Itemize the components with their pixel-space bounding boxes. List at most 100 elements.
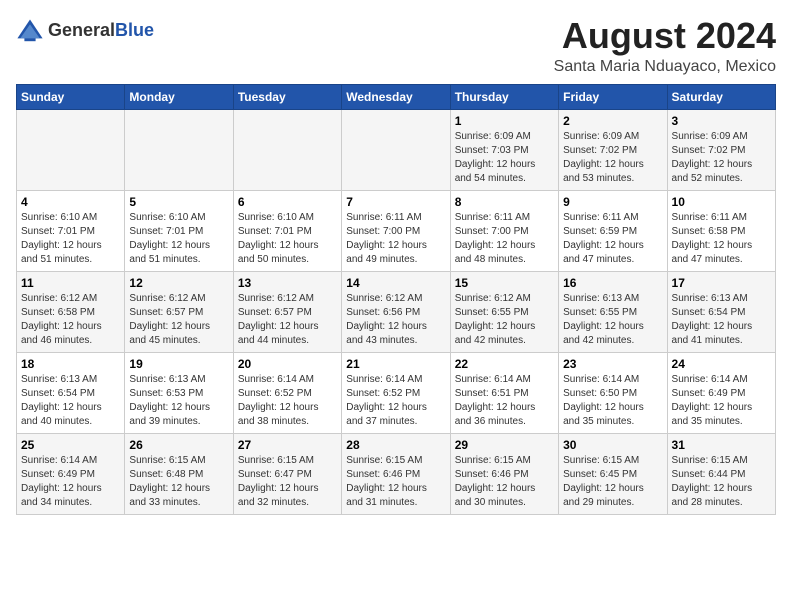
week-row-2: 4 Sunrise: 6:10 AM Sunset: 7:01 PM Daylig… <box>17 190 776 271</box>
day-info: Sunrise: 6:13 AM Sunset: 6:54 PM Dayligh… <box>21 373 120 429</box>
day-header-wednesday: Wednesday <box>342 84 450 109</box>
day-header-monday: Monday <box>125 84 233 109</box>
day-cell: 18 Sunrise: 6:13 AM Sunset: 6:54 PM Dayli… <box>17 352 125 433</box>
day-info: Sunrise: 6:15 AM Sunset: 6:47 PM Dayligh… <box>238 454 337 510</box>
logo-text: General Blue <box>48 21 154 39</box>
day-cell: 25 Sunrise: 6:14 AM Sunset: 6:49 PM Dayli… <box>17 433 125 514</box>
day-info: Sunrise: 6:14 AM Sunset: 6:52 PM Dayligh… <box>238 373 337 429</box>
day-cell: 21Sunrise: 6:14 AM Sunset: 6:52 PM Dayli… <box>342 352 450 433</box>
week-row-3: 11Sunrise: 6:12 AM Sunset: 6:58 PM Dayli… <box>17 271 776 352</box>
header: General Blue August 2024 Santa Maria Ndu… <box>16 16 776 76</box>
sub-title: Santa Maria Nduayaco, Mexico <box>554 58 776 76</box>
day-info: Sunrise: 6:13 AM Sunset: 6:53 PM Dayligh… <box>129 373 228 429</box>
day-info: Sunrise: 6:12 AM Sunset: 6:57 PM Dayligh… <box>129 292 228 348</box>
day-info: Sunrise: 6:15 AM Sunset: 6:44 PM Dayligh… <box>672 454 771 510</box>
day-header-tuesday: Tuesday <box>233 84 341 109</box>
day-cell: 24Sunrise: 6:14 AM Sunset: 6:49 PM Dayli… <box>667 352 775 433</box>
day-cell <box>342 109 450 190</box>
day-info: Sunrise: 6:12 AM Sunset: 6:57 PM Dayligh… <box>238 292 337 348</box>
day-cell: 27Sunrise: 6:15 AM Sunset: 6:47 PM Dayli… <box>233 433 341 514</box>
day-cell: 29 Sunrise: 6:15 AM Sunset: 6:46 PM Dayli… <box>450 433 558 514</box>
day-number: 4 <box>21 195 120 209</box>
day-cell <box>125 109 233 190</box>
day-cell: 23Sunrise: 6:14 AM Sunset: 6:50 PM Dayli… <box>559 352 667 433</box>
logo: General Blue <box>16 16 154 44</box>
day-cell: 11Sunrise: 6:12 AM Sunset: 6:58 PM Dayli… <box>17 271 125 352</box>
day-number: 20 <box>238 357 337 371</box>
day-number: 10 <box>672 195 771 209</box>
day-info: Sunrise: 6:11 AM Sunset: 6:59 PM Dayligh… <box>563 211 662 267</box>
logo-general: General <box>48 21 115 39</box>
day-info: Sunrise: 6:10 AM Sunset: 7:01 PM Dayligh… <box>238 211 337 267</box>
day-header-saturday: Saturday <box>667 84 775 109</box>
day-number: 13 <box>238 276 337 290</box>
logo-icon <box>16 16 44 44</box>
day-cell: 20 Sunrise: 6:14 AM Sunset: 6:52 PM Dayli… <box>233 352 341 433</box>
day-info: Sunrise: 6:11 AM Sunset: 6:58 PM Dayligh… <box>672 211 771 267</box>
main-title: August 2024 <box>554 16 776 56</box>
day-cell: 26Sunrise: 6:15 AM Sunset: 6:48 PM Dayli… <box>125 433 233 514</box>
calendar-table: SundayMondayTuesdayWednesdayThursdayFrid… <box>16 84 776 515</box>
day-info: Sunrise: 6:09 AM Sunset: 7:03 PM Dayligh… <box>455 130 554 186</box>
day-info: Sunrise: 6:15 AM Sunset: 6:46 PM Dayligh… <box>455 454 554 510</box>
day-number: 17 <box>672 276 771 290</box>
day-cell: 22 Sunrise: 6:14 AM Sunset: 6:51 PM Dayli… <box>450 352 558 433</box>
days-header-row: SundayMondayTuesdayWednesdayThursdayFrid… <box>17 84 776 109</box>
day-info: Sunrise: 6:14 AM Sunset: 6:52 PM Dayligh… <box>346 373 445 429</box>
day-info: Sunrise: 6:13 AM Sunset: 6:55 PM Dayligh… <box>563 292 662 348</box>
day-cell: 6 Sunrise: 6:10 AM Sunset: 7:01 PM Daylig… <box>233 190 341 271</box>
day-number: 29 <box>455 438 554 452</box>
day-number: 15 <box>455 276 554 290</box>
day-cell: 2 Sunrise: 6:09 AM Sunset: 7:02 PM Daylig… <box>559 109 667 190</box>
day-cell: 1 Sunrise: 6:09 AM Sunset: 7:03 PM Daylig… <box>450 109 558 190</box>
day-number: 14 <box>346 276 445 290</box>
day-number: 19 <box>129 357 228 371</box>
day-cell: 12 Sunrise: 6:12 AM Sunset: 6:57 PM Dayli… <box>125 271 233 352</box>
day-number: 18 <box>21 357 120 371</box>
day-cell: 3 Sunrise: 6:09 AM Sunset: 7:02 PM Daylig… <box>667 109 775 190</box>
day-number: 31 <box>672 438 771 452</box>
day-info: Sunrise: 6:09 AM Sunset: 7:02 PM Dayligh… <box>563 130 662 186</box>
day-number: 22 <box>455 357 554 371</box>
day-info: Sunrise: 6:10 AM Sunset: 7:01 PM Dayligh… <box>21 211 120 267</box>
day-number: 16 <box>563 276 662 290</box>
day-number: 26 <box>129 438 228 452</box>
day-number: 3 <box>672 114 771 128</box>
day-number: 12 <box>129 276 228 290</box>
day-number: 24 <box>672 357 771 371</box>
day-info: Sunrise: 6:10 AM Sunset: 7:01 PM Dayligh… <box>129 211 228 267</box>
day-info: Sunrise: 6:14 AM Sunset: 6:50 PM Dayligh… <box>563 373 662 429</box>
day-info: Sunrise: 6:12 AM Sunset: 6:56 PM Dayligh… <box>346 292 445 348</box>
day-cell: 15 Sunrise: 6:12 AM Sunset: 6:55 PM Dayli… <box>450 271 558 352</box>
day-cell: 10 Sunrise: 6:11 AM Sunset: 6:58 PM Dayli… <box>667 190 775 271</box>
day-number: 1 <box>455 114 554 128</box>
day-info: Sunrise: 6:12 AM Sunset: 6:58 PM Dayligh… <box>21 292 120 348</box>
day-cell: 28Sunrise: 6:15 AM Sunset: 6:46 PM Dayli… <box>342 433 450 514</box>
day-number: 6 <box>238 195 337 209</box>
day-info: Sunrise: 6:15 AM Sunset: 6:45 PM Dayligh… <box>563 454 662 510</box>
day-cell: 4 Sunrise: 6:10 AM Sunset: 7:01 PM Daylig… <box>17 190 125 271</box>
day-header-sunday: Sunday <box>17 84 125 109</box>
day-number: 7 <box>346 195 445 209</box>
day-cell: 30 Sunrise: 6:15 AM Sunset: 6:45 PM Dayli… <box>559 433 667 514</box>
day-number: 2 <box>563 114 662 128</box>
day-info: Sunrise: 6:13 AM Sunset: 6:54 PM Dayligh… <box>672 292 771 348</box>
day-number: 28 <box>346 438 445 452</box>
day-cell: 19 Sunrise: 6:13 AM Sunset: 6:53 PM Dayli… <box>125 352 233 433</box>
day-info: Sunrise: 6:11 AM Sunset: 7:00 PM Dayligh… <box>455 211 554 267</box>
week-row-1: 1 Sunrise: 6:09 AM Sunset: 7:03 PM Daylig… <box>17 109 776 190</box>
day-info: Sunrise: 6:09 AM Sunset: 7:02 PM Dayligh… <box>672 130 771 186</box>
day-info: Sunrise: 6:12 AM Sunset: 6:55 PM Dayligh… <box>455 292 554 348</box>
day-info: Sunrise: 6:11 AM Sunset: 7:00 PM Dayligh… <box>346 211 445 267</box>
day-cell <box>233 109 341 190</box>
day-cell: 14 Sunrise: 6:12 AM Sunset: 6:56 PM Dayli… <box>342 271 450 352</box>
day-number: 25 <box>21 438 120 452</box>
title-area: August 2024 Santa Maria Nduayaco, Mexico <box>554 16 776 76</box>
day-cell: 9Sunrise: 6:11 AM Sunset: 6:59 PM Daylig… <box>559 190 667 271</box>
day-info: Sunrise: 6:14 AM Sunset: 6:49 PM Dayligh… <box>21 454 120 510</box>
day-cell: 13 Sunrise: 6:12 AM Sunset: 6:57 PM Dayli… <box>233 271 341 352</box>
day-info: Sunrise: 6:14 AM Sunset: 6:51 PM Dayligh… <box>455 373 554 429</box>
day-number: 30 <box>563 438 662 452</box>
day-header-friday: Friday <box>559 84 667 109</box>
day-cell: 8Sunrise: 6:11 AM Sunset: 7:00 PM Daylig… <box>450 190 558 271</box>
